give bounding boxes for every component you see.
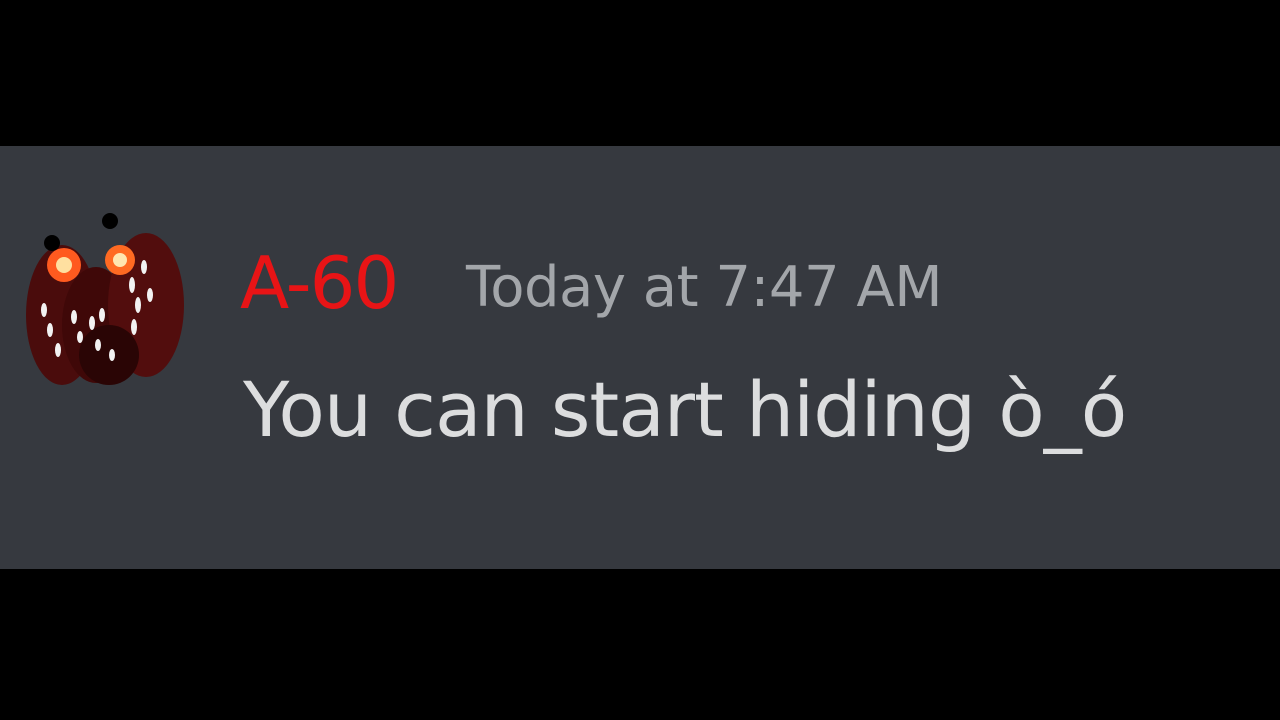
message-content: You can start hiding ò_ó bbox=[243, 365, 1127, 454]
avatar[interactable] bbox=[14, 205, 190, 390]
a60-monster-face-icon bbox=[26, 213, 184, 385]
chat-message-panel bbox=[0, 146, 1280, 569]
author-username[interactable]: A-60 bbox=[240, 238, 399, 328]
message-timestamp: Today at 7:47 AM bbox=[466, 255, 943, 320]
video-frame: A-60 Today at 7:47 AM You can start hidi… bbox=[0, 0, 1280, 720]
